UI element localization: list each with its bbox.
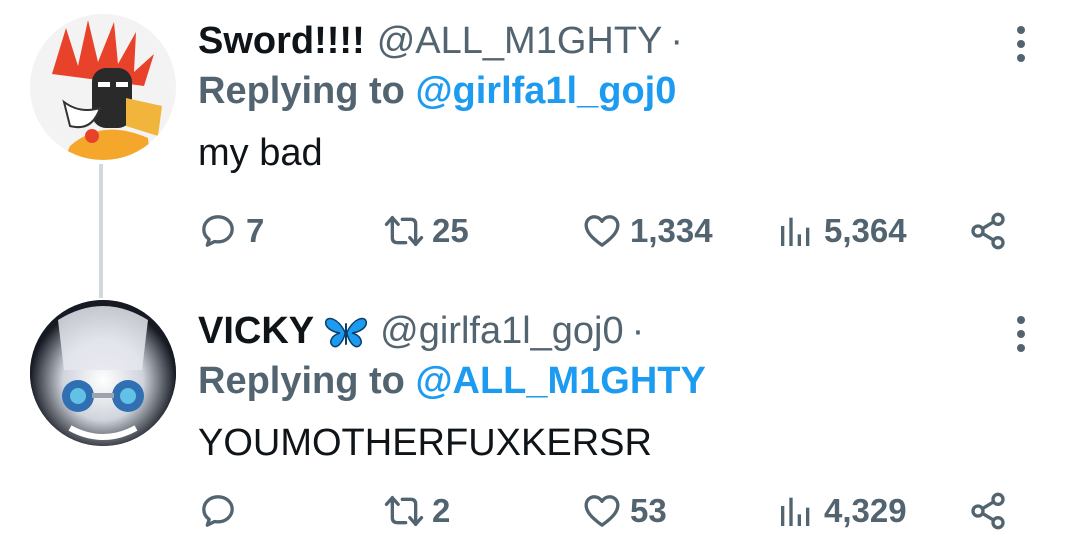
reply-button[interactable]: 7 <box>198 206 264 256</box>
user-handle[interactable]: @ALL_M1GHTY <box>377 20 663 63</box>
views-count: 4,329 <box>824 492 907 529</box>
display-name[interactable]: VICKY <box>198 310 314 353</box>
like-count: 53 <box>630 492 667 529</box>
retweet-icon <box>384 216 424 246</box>
tweet[interactable]: VICKY @girlfa1l_goj0 · Replying to @ALL_… <box>0 290 1080 544</box>
more-options-icon[interactable] <box>1006 24 1036 64</box>
butterfly-icon <box>325 317 368 347</box>
views-button[interactable]: 4,329 <box>776 486 907 536</box>
action-bar: 7 25 1,334 5,364 <box>0 206 1080 256</box>
reply-icon <box>202 495 234 527</box>
share-button[interactable] <box>968 206 1008 256</box>
retweet-count: 25 <box>432 212 469 249</box>
views-icon <box>781 217 810 246</box>
separator-dot: · <box>631 310 645 352</box>
views-count: 5,364 <box>824 212 907 249</box>
tweet-text: YOUMOTHERFUXKERSR <box>198 422 652 464</box>
reply-icon <box>202 215 234 247</box>
avatar[interactable] <box>30 14 176 160</box>
retweet-icon <box>384 496 424 526</box>
replying-to-link[interactable]: @girlfa1l_goj0 <box>415 70 676 112</box>
share-button[interactable] <box>968 486 1008 536</box>
tweet-header: VICKY @girlfa1l_goj0 · <box>198 310 644 353</box>
reply-count: 7 <box>246 212 265 249</box>
more-options-icon[interactable] <box>1006 314 1036 354</box>
like-button[interactable]: 53 <box>582 486 667 536</box>
views-icon <box>781 497 810 526</box>
heart-icon <box>584 215 620 247</box>
avatar[interactable] <box>30 300 176 446</box>
reply-button[interactable] <box>198 486 246 536</box>
separator-dot: · <box>670 20 684 62</box>
share-icon <box>971 492 1005 530</box>
heart-icon <box>584 495 620 527</box>
display-name[interactable]: Sword!!!! <box>198 20 365 63</box>
replying-to-line: Replying to @ALL_M1GHTY <box>198 360 706 403</box>
replying-to-line: Replying to @girlfa1l_goj0 <box>198 70 676 113</box>
like-button[interactable]: 1,334 <box>582 206 713 256</box>
like-count: 1,334 <box>630 212 713 249</box>
views-button[interactable]: 5,364 <box>776 206 907 256</box>
replying-prefix: Replying to <box>198 70 405 112</box>
retweet-button[interactable]: 25 <box>384 206 469 256</box>
action-bar: 2 53 4,329 <box>0 486 1080 536</box>
tweet[interactable]: Sword!!!! @ALL_M1GHTY · Replying to @gir… <box>0 0 1080 298</box>
replying-prefix: Replying to <box>198 360 405 402</box>
tweet-text: my bad <box>198 132 323 174</box>
user-handle[interactable]: @girlfa1l_goj0 <box>380 310 624 353</box>
replying-to-link[interactable]: @ALL_M1GHTY <box>415 360 705 402</box>
share-icon <box>971 212 1005 250</box>
avatar-illustration <box>30 14 176 160</box>
retweet-count: 2 <box>432 492 451 529</box>
avatar-illustration <box>30 300 176 446</box>
tweet-header: Sword!!!! @ALL_M1GHTY · <box>198 20 683 63</box>
retweet-button[interactable]: 2 <box>384 486 450 536</box>
